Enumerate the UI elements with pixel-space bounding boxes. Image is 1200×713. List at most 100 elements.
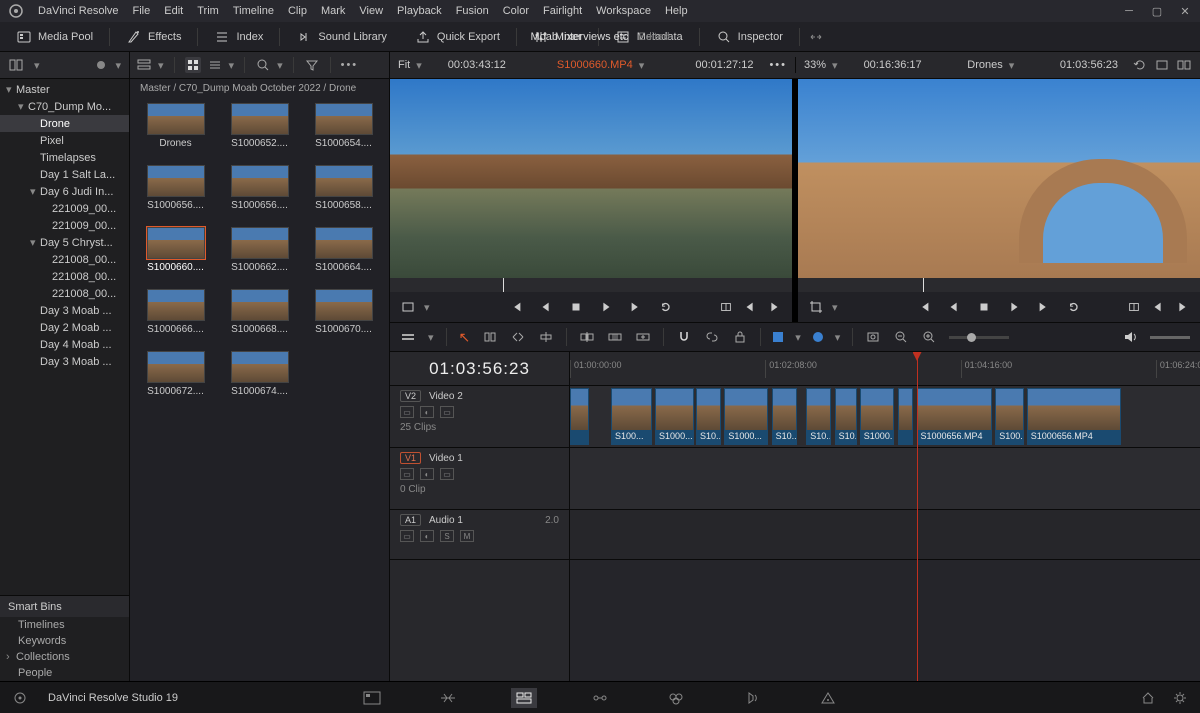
- menu-playback[interactable]: Playback: [397, 5, 442, 17]
- lock-icon[interactable]: [732, 329, 748, 345]
- mark-in-button[interactable]: [742, 299, 758, 315]
- project-settings-icon[interactable]: [1172, 690, 1188, 706]
- mark-in-button[interactable]: [1150, 299, 1166, 315]
- media-thumbnail[interactable]: S1000670....: [305, 289, 383, 335]
- track-badge-v1[interactable]: V1: [400, 452, 421, 464]
- first-frame-button[interactable]: [508, 299, 524, 315]
- timeline-clip[interactable]: S10...: [696, 388, 721, 445]
- play-button[interactable]: [598, 299, 614, 315]
- chevron-down-icon[interactable]: ▾: [34, 59, 40, 72]
- loop-button[interactable]: [1066, 299, 1082, 315]
- smart-bin-row[interactable]: People: [0, 665, 129, 681]
- menu-view[interactable]: View: [359, 5, 383, 17]
- source-options-icon[interactable]: •••: [769, 59, 787, 71]
- media-thumbnail[interactable]: S1000660....: [137, 227, 215, 273]
- next-frame-button[interactable]: [628, 299, 644, 315]
- menu-file[interactable]: File: [133, 5, 151, 17]
- media-thumbnail[interactable]: S1000652....: [221, 103, 299, 149]
- bin-row[interactable]: ▾Master: [0, 81, 129, 98]
- track-lane-a1[interactable]: [570, 510, 1200, 560]
- timeline-clip[interactable]: [570, 388, 589, 445]
- chevron-down-icon[interactable]: ▾: [277, 59, 283, 72]
- zoom-detail-icon[interactable]: [893, 329, 909, 345]
- media-thumbnail[interactable]: Drones: [137, 103, 215, 149]
- source-clip-name[interactable]: S1000660.MP4: [557, 59, 633, 71]
- chevron-down-icon[interactable]: ▾: [158, 59, 164, 72]
- track-header-v2[interactable]: V2Video 2 ▭◐▭ 25 Clips: [390, 386, 569, 448]
- effects-toggle[interactable]: Effects: [118, 22, 189, 51]
- view-mode-icon[interactable]: [400, 299, 416, 315]
- chevron-down-icon[interactable]: ▾: [428, 331, 434, 344]
- zoom-slider[interactable]: [949, 336, 1009, 339]
- timeline-clip[interactable]: S1000656.MP4: [917, 388, 993, 445]
- mark-out-button[interactable]: [766, 299, 782, 315]
- track-lock-icon[interactable]: ▭: [400, 406, 414, 418]
- track-lock-icon[interactable]: ▭: [400, 468, 414, 480]
- bin-row[interactable]: ▾Day 5 Chryst...: [0, 234, 129, 251]
- chevron-down-icon[interactable]: ▾: [229, 59, 235, 72]
- smart-bin-row[interactable]: Timelines: [0, 617, 129, 633]
- bin-layout-icon[interactable]: [8, 57, 24, 73]
- color-page-button[interactable]: [663, 688, 689, 708]
- track-badge-v2[interactable]: V2: [400, 390, 421, 402]
- timeline-clip[interactable]: S10...: [772, 388, 797, 445]
- menu-mark[interactable]: Mark: [321, 5, 345, 17]
- selection-tool-icon[interactable]: ↖: [459, 329, 471, 346]
- replace-clip-icon[interactable]: [635, 329, 651, 345]
- bin-tree[interactable]: ▾Master▾C70_Dump Mo...DronePixelTimelaps…: [0, 79, 129, 595]
- track-disable-icon[interactable]: ▭: [440, 468, 454, 480]
- smart-bin-row[interactable]: Keywords: [0, 633, 129, 649]
- mark-out-button[interactable]: [1174, 299, 1190, 315]
- track-lock-icon[interactable]: ▭: [400, 530, 414, 542]
- match-frame-button[interactable]: [718, 299, 734, 315]
- bin-row[interactable]: Day 1 Salt La...: [0, 166, 129, 183]
- program-scrubber[interactable]: [798, 278, 1200, 292]
- smart-bin-row[interactable]: ›Collections: [0, 649, 129, 665]
- bin-row[interactable]: Drone: [0, 115, 129, 132]
- track-lane-v2[interactable]: S100...S1000...S10...S1000...S10...S10..…: [570, 386, 1200, 448]
- bin-row[interactable]: 221009_00...: [0, 217, 129, 234]
- program-timeline-name[interactable]: Drones: [967, 59, 1002, 71]
- timeline-view-options-icon[interactable]: [400, 329, 416, 345]
- reset-icon[interactable]: [1132, 57, 1148, 73]
- quick-export-button[interactable]: Quick Export: [407, 22, 508, 51]
- bin-row[interactable]: 221009_00...: [0, 200, 129, 217]
- bin-row[interactable]: ▾C70_Dump Mo...: [0, 98, 129, 115]
- timeline-clip[interactable]: S10...: [806, 388, 831, 445]
- edit-page-button[interactable]: [511, 688, 537, 708]
- expand-icon[interactable]: [808, 29, 824, 45]
- bin-row[interactable]: Day 3 Moab ...: [0, 302, 129, 319]
- bin-row[interactable]: Pixel: [0, 132, 129, 149]
- link-icon[interactable]: [704, 329, 720, 345]
- track-disable-icon[interactable]: ▭: [440, 406, 454, 418]
- track-mute-button[interactable]: M: [460, 530, 474, 542]
- next-frame-button[interactable]: [1036, 299, 1052, 315]
- window-minimize-button[interactable]: ─: [1122, 4, 1136, 18]
- media-page-button[interactable]: [359, 688, 385, 708]
- source-fit-dropdown[interactable]: Fit: [398, 59, 410, 71]
- timeline-clip[interactable]: S10...: [835, 388, 857, 445]
- media-thumbnail[interactable]: S1000656....: [137, 165, 215, 211]
- volume-slider[interactable]: [1150, 336, 1190, 339]
- sound-library-toggle[interactable]: Sound Library: [288, 22, 395, 51]
- smart-bins-header[interactable]: Smart Bins: [0, 595, 129, 617]
- prev-frame-button[interactable]: [538, 299, 554, 315]
- window-maximize-button[interactable]: ▢: [1150, 4, 1164, 18]
- track-auto-icon[interactable]: ◐: [420, 468, 434, 480]
- menu-color[interactable]: Color: [503, 5, 529, 17]
- window-close-button[interactable]: ✕: [1178, 4, 1192, 18]
- playhead[interactable]: [917, 352, 918, 681]
- media-pool-toggle[interactable]: Media Pool: [8, 22, 101, 51]
- bin-row[interactable]: ▾Day 6 Judi In...: [0, 183, 129, 200]
- timeline-clip[interactable]: S1000...: [860, 388, 895, 445]
- bin-row[interactable]: 221008_00...: [0, 268, 129, 285]
- media-thumbnail[interactable]: S1000658....: [305, 165, 383, 211]
- timeline-ruler[interactable]: 01:00:00:0001:02:08:0001:04:16:0001:06:2…: [570, 352, 1200, 386]
- search-icon[interactable]: [255, 57, 271, 73]
- bin-row[interactable]: Day 4 Moab ...: [0, 336, 129, 353]
- media-thumbnail[interactable]: S1000672....: [137, 351, 215, 397]
- prev-frame-button[interactable]: [946, 299, 962, 315]
- insert-clip-icon[interactable]: [579, 329, 595, 345]
- menu-workspace[interactable]: Workspace: [596, 5, 651, 17]
- media-thumbnail[interactable]: S1000664....: [305, 227, 383, 273]
